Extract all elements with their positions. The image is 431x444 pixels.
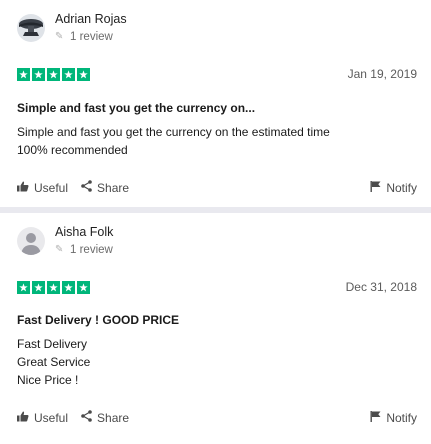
- review-body: Fast Delivery Great Service Nice Price !: [17, 335, 90, 389]
- review-body-line: Simple and fast you get the currency on …: [17, 125, 330, 139]
- star-icon: [62, 67, 75, 81]
- pencil-icon: ✎: [55, 244, 64, 255]
- thumbs-up-icon: [17, 181, 29, 195]
- star-icon: [17, 280, 30, 294]
- notify-button[interactable]: Notify: [370, 180, 417, 195]
- review-actions: Useful Share Notify: [17, 410, 417, 425]
- review-date: Jan 19, 2019: [347, 67, 417, 81]
- review-body-line: 100% recommended: [17, 143, 128, 157]
- share-icon: [81, 410, 92, 425]
- useful-button[interactable]: Useful: [17, 411, 68, 425]
- review-count: ✎ 1 review: [55, 29, 127, 45]
- review-body-line: Fast Delivery: [17, 337, 88, 351]
- reviewer-info: Adrian Rojas ✎ 1 review: [17, 11, 127, 45]
- pencil-icon: ✎: [55, 31, 64, 42]
- notify-button[interactable]: Notify: [370, 410, 417, 425]
- review-count: ✎ 1 review: [55, 242, 113, 258]
- reviewer-name[interactable]: Adrian Rojas: [55, 11, 127, 27]
- star-icon: [32, 280, 45, 294]
- review-count-label: 1 review: [70, 31, 113, 43]
- avatar[interactable]: [17, 227, 45, 255]
- star-icon: [62, 280, 75, 294]
- share-button[interactable]: Share: [81, 180, 129, 195]
- star-icon: [17, 67, 30, 81]
- review-body-line: Great Service: [17, 355, 91, 369]
- star-icon: [32, 67, 45, 81]
- useful-label: Useful: [34, 180, 69, 195]
- useful-label: Useful: [34, 410, 69, 425]
- star-rating: [17, 280, 90, 294]
- review-card: Aisha Folk ✎ 1 review Dec 31, 2018 Fast …: [0, 213, 431, 444]
- review-body: Simple and fast you get the currency on …: [17, 123, 330, 159]
- share-label: Share: [97, 180, 130, 195]
- review-card: Adrian Rojas ✎ 1 review Jan 19, 2019 Sim…: [0, 0, 431, 207]
- flag-icon: [370, 180, 381, 195]
- rating-row: Jan 19, 2019: [17, 67, 417, 81]
- star-icon: [77, 280, 90, 294]
- reviewer-info: Aisha Folk ✎ 1 review: [17, 224, 113, 258]
- notify-label: Notify: [386, 180, 417, 195]
- useful-button[interactable]: Useful: [17, 181, 68, 195]
- review-title[interactable]: Simple and fast you get the currency on.…: [17, 101, 255, 115]
- avatar[interactable]: [17, 14, 45, 42]
- notify-label: Notify: [386, 410, 417, 425]
- review-count-label: 1 review: [70, 244, 113, 256]
- rating-row: Dec 31, 2018: [17, 280, 417, 294]
- review-date: Dec 31, 2018: [345, 280, 417, 294]
- review-body-line: Nice Price !: [17, 373, 79, 387]
- reviewer-name[interactable]: Aisha Folk: [55, 224, 113, 240]
- review-actions: Useful Share Notify: [17, 180, 417, 195]
- star-icon: [77, 67, 90, 81]
- review-title[interactable]: Fast Delivery ! GOOD PRICE: [17, 313, 179, 327]
- star-icon: [47, 280, 60, 294]
- star-rating: [17, 67, 90, 81]
- flag-icon: [370, 410, 381, 425]
- share-icon: [81, 180, 92, 195]
- thumbs-up-icon: [17, 411, 29, 425]
- share-button[interactable]: Share: [81, 410, 129, 425]
- share-label: Share: [97, 410, 130, 425]
- star-icon: [47, 67, 60, 81]
